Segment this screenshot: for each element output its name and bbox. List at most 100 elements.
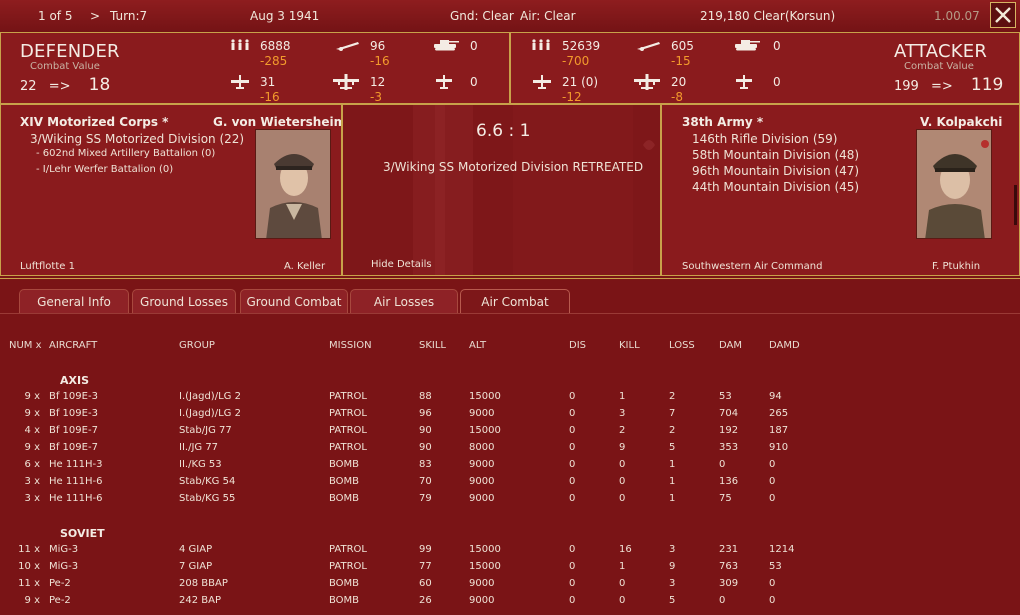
- row-loss: 7: [669, 408, 676, 419]
- attacker-title: ATTACKER: [894, 41, 988, 62]
- col-header-skill[interactable]: SKILL: [419, 340, 446, 351]
- defender-subunit[interactable]: - I/Lehr Werfer Battalion (0): [36, 164, 173, 175]
- row-count: 3 x: [24, 476, 40, 487]
- table-row[interactable]: 11 x MiG-3 4 GIAP PATROL 99 15000 0 16 3 231 1214: [0, 544, 1020, 561]
- row-loss: 2: [669, 425, 676, 436]
- table-section-soviet: SOVIET: [60, 527, 105, 540]
- row-dis: 0: [569, 544, 576, 555]
- row-kill: 1: [619, 561, 626, 572]
- row-count: 11 x: [18, 544, 40, 555]
- row-kill: 0: [619, 476, 626, 487]
- defender-commander: G. von Wietersheim: [213, 115, 342, 129]
- tab-air-combat[interactable]: Air Combat: [460, 289, 570, 313]
- row-damd: 0: [769, 595, 776, 606]
- attacker-commander: V. Kolpakchi: [920, 115, 1003, 129]
- row-count: 9 x: [24, 408, 40, 419]
- attacker-unit[interactable]: 44th Mountain Division (45): [692, 180, 859, 194]
- row-kill: 2: [619, 425, 626, 436]
- table-row[interactable]: 9 x Pe-2 242 BAP BOMB 26 9000 0 0 5 0 0: [0, 595, 1020, 612]
- row-damd: 53: [769, 561, 782, 572]
- row-aircraft: He 111H-6: [49, 493, 103, 504]
- defender-guns-loss: -16: [370, 54, 390, 68]
- row-alt: 9000: [469, 578, 495, 589]
- hide-details-button[interactable]: Hide Details: [371, 259, 432, 270]
- defender-men-loss: -285: [260, 54, 288, 68]
- attacker-details-panel: 38th Army * V. Kolpakchi 146th Rifle Div…: [661, 104, 1020, 276]
- attacker-air-hq[interactable]: Southwestern Air Command: [682, 261, 822, 272]
- table-row[interactable]: 6 x He 111H-3 II./KG 53 BOMB 83 9000 0 0 1 0 0: [0, 459, 1020, 476]
- row-alt: 15000: [469, 544, 501, 555]
- date-label: Aug 3 1941: [250, 9, 320, 23]
- row-skill: 83: [419, 459, 432, 470]
- row-loss: 5: [669, 595, 676, 606]
- row-aircraft: MiG-3: [49, 544, 79, 555]
- attacker-hq[interactable]: 38th Army *: [682, 115, 763, 129]
- page-indicator: 1 of 5: [38, 9, 73, 23]
- col-header-dam[interactable]: DAM: [719, 340, 742, 351]
- recon-plane-icon: [436, 75, 452, 89]
- row-dis: 0: [569, 442, 576, 453]
- defender-air-hq[interactable]: Luftflotte 1: [20, 261, 75, 272]
- fighter-icon: [533, 75, 551, 89]
- table-row[interactable]: 3 x He 111H-6 Stab/KG 55 BOMB 79 9000 0 0 1 75 0: [0, 493, 1020, 510]
- next-page-button[interactable]: >: [90, 9, 100, 23]
- location-label: 219,180 Clear(Korsun): [700, 9, 836, 23]
- ground-weather: Gnd: Clear: [450, 9, 514, 23]
- table-row[interactable]: 4 x Bf 109E-7 Stab/JG 77 PATROL 90 15000 0 2 2 19…: [0, 425, 1020, 442]
- attacker-fighters-loss: -12: [562, 90, 582, 104]
- col-header-dis[interactable]: DIS: [569, 340, 586, 351]
- row-kill: 16: [619, 544, 632, 555]
- air-weather: Air: Clear: [520, 9, 576, 23]
- row-damd: 0: [769, 459, 776, 470]
- row-mission: BOMB: [329, 493, 360, 504]
- row-dis: 0: [569, 425, 576, 436]
- col-header-num[interactable]: NUM x: [9, 340, 42, 351]
- table-row[interactable]: 10 x MiG-3 7 GIAP PATROL 77 15000 0 1 9 763 53: [0, 561, 1020, 578]
- col-header-damd[interactable]: DAMD: [769, 340, 800, 351]
- row-dis: 0: [569, 578, 576, 589]
- table-row[interactable]: 11 x Pe-2 208 BBAP BOMB 60 9000 0 0 3 309 0: [0, 578, 1020, 595]
- scrollbar-thumb[interactable]: [1014, 185, 1017, 225]
- close-button[interactable]: [990, 2, 1016, 28]
- defender-unit[interactable]: 3/Wiking SS Motorized Division (22): [30, 132, 244, 146]
- attacker-unit[interactable]: 58th Mountain Division (48): [692, 148, 859, 162]
- table-row[interactable]: 3 x He 111H-6 Stab/KG 54 BOMB 70 9000 0 0 1 136 0: [0, 476, 1020, 493]
- defender-subunit[interactable]: - 602nd Mixed Artillery Battalion (0): [36, 148, 215, 159]
- defender-hq[interactable]: XIV Motorized Corps *: [20, 115, 168, 129]
- col-header-alt[interactable]: ALT: [469, 340, 486, 351]
- defender-cv-final: 18: [88, 75, 111, 95]
- table-row[interactable]: 9 x Bf 109E-3 I.(Jagd)/LG 2 PATROL 96 9000 0 3 7…: [0, 408, 1020, 425]
- row-count: 11 x: [18, 578, 40, 589]
- tab-ground-combat[interactable]: Ground Combat: [240, 289, 348, 313]
- col-header-aircraft[interactable]: AIRCRAFT: [49, 340, 97, 351]
- commander-portrait-image: [256, 130, 330, 238]
- row-skill: 70: [419, 476, 432, 487]
- table-row[interactable]: 9 x Bf 109E-7 II./JG 77 PATROL 90 8000 0 9 5 353 9…: [0, 442, 1020, 459]
- row-aircraft: He 111H-3: [49, 459, 103, 470]
- row-aircraft: Bf 109E-7: [49, 425, 98, 436]
- row-loss: 2: [669, 391, 676, 402]
- row-damd: 0: [769, 476, 776, 487]
- tab-general-info[interactable]: General Info: [19, 289, 129, 313]
- artillery-icon: [637, 42, 660, 51]
- table-row[interactable]: 9 x Bf 109E-3 I.(Jagd)/LG 2 PATROL 88 15000 0 1…: [0, 391, 1020, 408]
- defender-other-air: 0: [470, 75, 478, 89]
- tab-bar: General Info Ground Losses Ground Combat…: [0, 278, 1020, 315]
- bomber-icon: [333, 74, 359, 90]
- tab-air-losses[interactable]: Air Losses: [350, 289, 458, 313]
- col-header-group[interactable]: GROUP: [179, 340, 215, 351]
- defender-men: 6888: [260, 39, 291, 53]
- col-header-kill[interactable]: KILL: [619, 340, 640, 351]
- col-header-loss[interactable]: LOSS: [669, 340, 695, 351]
- attacker-bombers-loss: -8: [671, 90, 683, 104]
- row-loss: 1: [669, 493, 676, 504]
- attacker-unit[interactable]: 96th Mountain Division (47): [692, 164, 859, 178]
- attacker-unit[interactable]: 146th Rifle Division (59): [692, 132, 837, 146]
- row-mission: PATROL: [329, 561, 367, 572]
- attacker-fighters: 21 (0): [562, 75, 599, 89]
- col-header-mission[interactable]: MISSION: [329, 340, 372, 351]
- row-dam: 704: [719, 408, 739, 419]
- row-aircraft: He 111H-6: [49, 476, 103, 487]
- tab-ground-losses[interactable]: Ground Losses: [132, 289, 236, 313]
- top-bar: 1 of 5 > Turn:7 Aug 3 1941 Gnd: Clear Ai…: [0, 0, 1020, 33]
